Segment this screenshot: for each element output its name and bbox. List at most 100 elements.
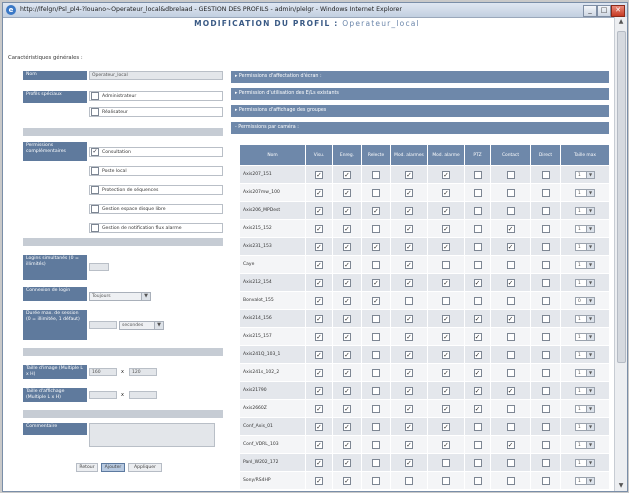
permission-checkbox[interactable]: ✓ bbox=[405, 278, 413, 287]
permission-checkbox[interactable] bbox=[442, 260, 450, 269]
taille-image-w-input[interactable]: 160 bbox=[89, 368, 117, 376]
profil-realisateur-option[interactable]: Réalisateur bbox=[89, 107, 223, 117]
permission-checkbox[interactable]: ✓ bbox=[473, 314, 482, 323]
taille-image-h-input[interactable]: 120 bbox=[129, 368, 157, 376]
permission-checkbox[interactable]: ✓ bbox=[343, 242, 351, 251]
permission-checkbox[interactable] bbox=[372, 368, 380, 377]
appliquer-button[interactable]: Appliquer bbox=[128, 463, 162, 472]
permission-checkbox[interactable] bbox=[541, 458, 550, 467]
ajouter-button[interactable]: Ajouter bbox=[101, 463, 125, 472]
perm-comp-option[interactable]: Gestion espace disque libre bbox=[89, 204, 223, 214]
permission-checkbox[interactable]: ✓ bbox=[405, 422, 413, 431]
permission-checkbox[interactable]: ✓ bbox=[315, 404, 323, 413]
permission-checkbox[interactable]: ✓ bbox=[405, 206, 413, 215]
taille-max-select[interactable]: 0 ▼ bbox=[575, 296, 595, 305]
permission-checkbox[interactable]: ✓ bbox=[405, 440, 413, 449]
perm-comp-option[interactable]: Poste local bbox=[89, 166, 223, 176]
permission-checkbox[interactable]: ✓ bbox=[343, 260, 351, 269]
permission-checkbox[interactable] bbox=[541, 170, 550, 179]
profil-realisateur-checkbox[interactable] bbox=[91, 108, 99, 116]
taille-max-select[interactable]: 1 ▼ bbox=[575, 440, 595, 449]
permission-checkbox[interactable] bbox=[372, 188, 380, 197]
permission-checkbox[interactable] bbox=[372, 458, 380, 467]
permission-checkbox[interactable] bbox=[372, 314, 380, 323]
permission-checkbox[interactable]: ✓ bbox=[343, 404, 351, 413]
permission-checkbox[interactable]: ✓ bbox=[442, 206, 450, 215]
permission-checkbox[interactable] bbox=[541, 476, 550, 485]
permission-checkbox[interactable]: ✓ bbox=[372, 242, 380, 251]
permission-checkbox[interactable] bbox=[473, 458, 482, 467]
permission-checkbox[interactable] bbox=[473, 296, 482, 305]
permission-checkbox[interactable] bbox=[506, 476, 515, 485]
permission-checkbox[interactable]: ✓ bbox=[343, 170, 351, 179]
permission-checkbox[interactable] bbox=[372, 422, 380, 431]
permission-checkbox[interactable] bbox=[541, 332, 550, 341]
permission-checkbox[interactable] bbox=[541, 206, 550, 215]
permission-checkbox[interactable] bbox=[541, 278, 550, 287]
permission-checkbox[interactable]: ✓ bbox=[343, 350, 351, 359]
taille-affichage-w-input[interactable] bbox=[89, 391, 117, 399]
permission-checkbox[interactable]: ✓ bbox=[442, 404, 450, 413]
panel-affectation-ecran[interactable]: ▸ Permissions d'affectation d'écran : bbox=[231, 71, 609, 83]
permission-checkbox[interactable] bbox=[541, 242, 550, 251]
permission-checkbox[interactable]: ✓ bbox=[315, 368, 323, 377]
permission-checkbox[interactable]: ✓ bbox=[405, 170, 413, 179]
permission-checkbox[interactable]: ✓ bbox=[343, 278, 351, 287]
permission-checkbox[interactable] bbox=[372, 260, 380, 269]
permission-checkbox[interactable]: ✓ bbox=[315, 170, 323, 179]
close-button[interactable]: ✕ bbox=[611, 5, 625, 17]
taille-max-select[interactable]: 1 ▼ bbox=[575, 458, 595, 467]
permission-checkbox[interactable]: ✓ bbox=[315, 476, 323, 485]
permission-checkbox[interactable] bbox=[541, 386, 550, 395]
taille-max-select[interactable]: 1 ▼ bbox=[575, 224, 595, 233]
permission-checkbox[interactable]: ✓ bbox=[405, 368, 413, 377]
permission-checkbox[interactable]: ✓ bbox=[315, 188, 323, 197]
logins-input[interactable] bbox=[89, 263, 109, 271]
permission-checkbox[interactable]: ✓ bbox=[315, 386, 323, 395]
permission-checkbox[interactable] bbox=[541, 404, 550, 413]
taille-max-select[interactable]: 1 ▼ bbox=[575, 404, 595, 413]
permission-checkbox[interactable]: ✓ bbox=[343, 368, 351, 377]
permission-checkbox[interactable]: ✓ bbox=[405, 224, 413, 233]
permission-checkbox[interactable]: ✓ bbox=[405, 404, 413, 413]
permission-checkbox[interactable]: ✓ bbox=[473, 386, 482, 395]
perm-comp-checkbox[interactable] bbox=[91, 167, 99, 175]
permission-checkbox[interactable] bbox=[372, 350, 380, 359]
perm-comp-option[interactable]: ✓ Consultation bbox=[89, 147, 223, 157]
permission-checkbox[interactable]: ✓ bbox=[405, 242, 413, 251]
permission-checkbox[interactable] bbox=[473, 422, 482, 431]
profil-admin-option[interactable]: Administrateur bbox=[89, 91, 223, 101]
nom-input[interactable]: Operateur_local bbox=[89, 71, 223, 80]
permission-checkbox[interactable] bbox=[506, 206, 515, 215]
column-header[interactable]: Enreg. bbox=[332, 144, 362, 166]
permission-checkbox[interactable]: ✓ bbox=[315, 278, 323, 287]
permission-checkbox[interactable] bbox=[506, 404, 515, 413]
permission-checkbox[interactable]: ✓ bbox=[506, 278, 515, 287]
permission-checkbox[interactable] bbox=[506, 296, 515, 305]
permission-checkbox[interactable]: ✓ bbox=[405, 314, 413, 323]
taille-max-select[interactable]: 1 ▼ bbox=[575, 332, 595, 341]
permission-checkbox[interactable] bbox=[372, 440, 380, 449]
panel-utilisation-els[interactable]: ▸ Permission d'utilisation des E/Ls exis… bbox=[231, 88, 609, 100]
permission-checkbox[interactable]: ✓ bbox=[343, 314, 351, 323]
permission-checkbox[interactable]: ✓ bbox=[343, 296, 351, 305]
permission-checkbox[interactable]: ✓ bbox=[442, 224, 450, 233]
permission-checkbox[interactable]: ✓ bbox=[343, 224, 351, 233]
permission-checkbox[interactable]: ✓ bbox=[315, 242, 323, 251]
permission-checkbox[interactable]: ✓ bbox=[343, 476, 351, 485]
permission-checkbox[interactable] bbox=[541, 224, 550, 233]
permission-checkbox[interactable]: ✓ bbox=[315, 350, 323, 359]
permission-checkbox[interactable]: ✓ bbox=[473, 332, 482, 341]
permission-checkbox[interactable]: ✓ bbox=[315, 422, 323, 431]
taille-max-select[interactable]: 1 ▼ bbox=[575, 170, 595, 179]
permission-checkbox[interactable]: ✓ bbox=[442, 422, 450, 431]
column-header[interactable]: Mod. alarmes bbox=[390, 144, 428, 166]
column-header[interactable]: Visu. bbox=[305, 144, 333, 166]
minimize-button[interactable]: _ bbox=[583, 5, 597, 17]
permission-checkbox[interactable]: ✓ bbox=[442, 368, 450, 377]
perm-comp-checkbox[interactable] bbox=[91, 224, 99, 232]
permission-checkbox[interactable] bbox=[506, 422, 515, 431]
profil-admin-checkbox[interactable] bbox=[91, 92, 99, 100]
permission-checkbox[interactable] bbox=[473, 206, 482, 215]
permission-checkbox[interactable] bbox=[506, 188, 515, 197]
